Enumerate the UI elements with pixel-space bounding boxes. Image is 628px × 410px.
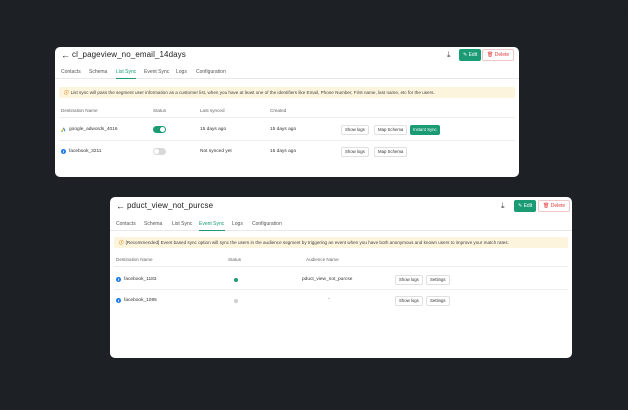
- tab-bar: Contacts Schema List Sync Event Sync Log…: [110, 217, 572, 231]
- destination-name[interactable]: facebook_1183: [124, 277, 156, 282]
- tab-configuration[interactable]: Configuration: [252, 221, 282, 227]
- tab-configuration[interactable]: Configuration: [196, 69, 226, 75]
- destination-name[interactable]: google_adwords_4016: [69, 127, 118, 132]
- tab-logs[interactable]: Logs: [232, 221, 243, 227]
- trash-icon: 🗑: [487, 52, 494, 58]
- column-header-audience: Audience Name: [306, 257, 339, 262]
- edit-icon: ✎: [463, 52, 468, 58]
- audience-name: pduct_view_not_purcse: [302, 277, 353, 282]
- map-schema-button[interactable]: Map Schema: [374, 147, 408, 157]
- tab-contacts[interactable]: Contacts: [61, 69, 81, 75]
- tab-list-sync[interactable]: List Sync: [172, 221, 192, 227]
- divider: [114, 266, 568, 267]
- status-dot: [234, 299, 238, 303]
- status-toggle[interactable]: [153, 126, 166, 133]
- show-logs-button[interactable]: Show logs: [341, 147, 369, 157]
- tab-event-sync[interactable]: Event Sync: [144, 69, 169, 75]
- divider: [59, 140, 515, 141]
- info-note: ⓘ List sync will pass the segment user in…: [59, 87, 515, 98]
- status-toggle[interactable]: [153, 148, 166, 155]
- page-title: cl_pageview_no_email_14days: [72, 50, 186, 59]
- download-icon[interactable]: ⤓: [447, 50, 451, 60]
- info-icon: ⓘ: [64, 90, 69, 95]
- edit-icon: ✎: [518, 203, 523, 209]
- delete-button[interactable]: 🗑 Delete: [482, 49, 515, 61]
- show-logs-button[interactable]: Show logs: [395, 275, 423, 285]
- show-logs-button[interactable]: Show logs: [341, 125, 369, 135]
- tab-contacts[interactable]: Contacts: [116, 221, 136, 227]
- facebook-icon: f: [116, 277, 121, 282]
- column-header-status: Status: [228, 257, 242, 262]
- tab-event-sync[interactable]: Event Sync: [199, 221, 224, 227]
- trash-icon: 🗑: [543, 203, 550, 209]
- last-synced: Not synced yet: [200, 149, 232, 154]
- facebook-icon: f: [116, 298, 121, 303]
- google-ads-icon: [61, 127, 66, 132]
- tab-bar: Contacts Schema List Sync Event Sync Log…: [55, 65, 519, 79]
- status-dot: [234, 278, 238, 282]
- audience-name: -: [328, 297, 330, 302]
- tab-schema[interactable]: Schema: [144, 221, 162, 227]
- segment-panel-event-sync: ← pduct_view_not_purcse ⤓ ✎ Edit 🗑 Delet…: [110, 197, 572, 358]
- edit-button[interactable]: ✎ Edit: [514, 200, 537, 212]
- column-header-last-synced: Last synced: [200, 108, 225, 113]
- map-schema-button[interactable]: Map Schema: [374, 125, 408, 135]
- divider: [114, 289, 568, 290]
- facebook-icon: f: [61, 149, 66, 154]
- page-title: pduct_view_not_purcse: [127, 201, 214, 210]
- delete-button[interactable]: 🗑 Delete: [538, 200, 571, 212]
- info-note: ⓘ [Recommended] Event based sync option w…: [114, 237, 568, 248]
- instant-sync-button[interactable]: Instant Sync: [410, 125, 440, 135]
- destination-name[interactable]: facebook_3211: [69, 149, 101, 154]
- created: 15 days ago: [270, 149, 297, 154]
- settings-button[interactable]: Settings: [426, 296, 450, 306]
- arrow-left-icon[interactable]: ←: [61, 50, 70, 60]
- column-header-destination: Destination Name: [61, 108, 98, 113]
- segment-panel-list-sync: ← cl_pageview_no_email_14days ⤓ ✎ Edit 🗑…: [55, 47, 519, 177]
- edit-button[interactable]: ✎ Edit: [459, 49, 482, 61]
- show-logs-button[interactable]: Show logs: [395, 296, 423, 306]
- column-header-created: Created: [270, 108, 287, 113]
- panel-header: ← cl_pageview_no_email_14days ⤓ ✎ Edit 🗑…: [55, 47, 519, 65]
- settings-button[interactable]: Settings: [426, 275, 450, 285]
- download-icon[interactable]: ⤓: [501, 201, 505, 211]
- tab-list-sync[interactable]: List Sync: [116, 69, 136, 75]
- last-synced: 15 days ago: [200, 127, 227, 132]
- divider: [59, 117, 515, 118]
- column-header-destination: Destination Name: [116, 257, 153, 262]
- active-tab-indicator: [199, 230, 225, 231]
- arrow-left-icon[interactable]: ←: [116, 201, 125, 211]
- active-tab-indicator: [116, 78, 136, 79]
- created: 15 days ago: [270, 127, 297, 132]
- destination-name[interactable]: facebook_1085: [124, 298, 157, 303]
- tab-schema[interactable]: Schema: [89, 69, 107, 75]
- info-icon: ⓘ: [119, 240, 124, 245]
- panel-header: ← pduct_view_not_purcse ⤓ ✎ Edit 🗑 Delet…: [110, 197, 572, 217]
- column-header-status: Status: [153, 108, 167, 113]
- tab-logs[interactable]: Logs: [176, 69, 187, 75]
